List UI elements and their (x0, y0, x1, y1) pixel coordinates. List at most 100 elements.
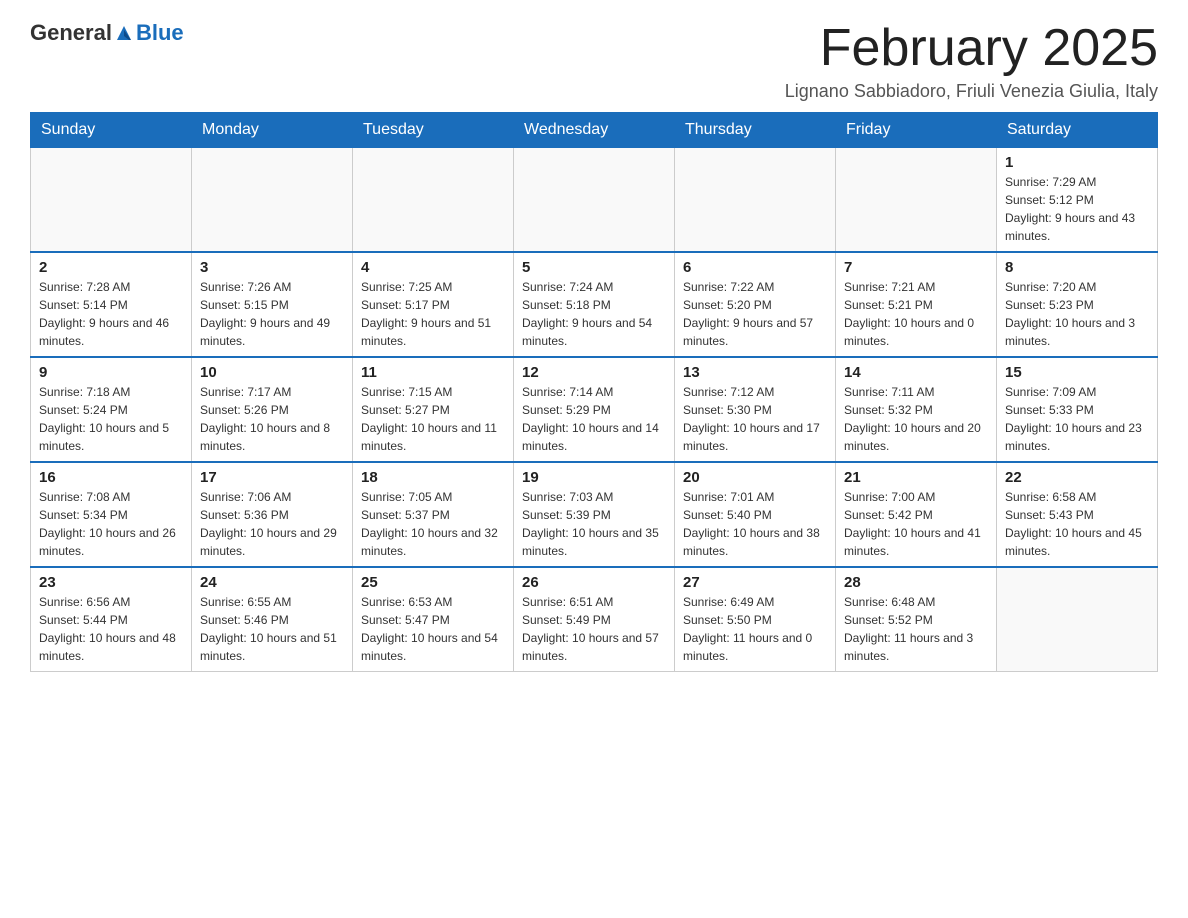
day-info: Sunrise: 7:03 AMSunset: 5:39 PMDaylight:… (522, 488, 666, 560)
header-sunday: Sunday (31, 113, 192, 148)
calendar-cell: 15Sunrise: 7:09 AMSunset: 5:33 PMDayligh… (997, 357, 1158, 462)
month-title: February 2025 (785, 20, 1158, 77)
day-info: Sunrise: 7:25 AMSunset: 5:17 PMDaylight:… (361, 278, 505, 350)
page-header: General Blue February 2025 Lignano Sabbi… (30, 20, 1158, 102)
calendar-cell: 22 Sunrise: 6:58 AMSunset: 5:43 PMDayligh… (997, 462, 1158, 567)
title-block: February 2025 Lignano Sabbiadoro, Friuli… (785, 20, 1158, 102)
calendar-cell: 3Sunrise: 7:26 AMSunset: 5:15 PMDaylight… (192, 252, 353, 357)
day-number: 6 (683, 259, 827, 276)
day-number: 7 (844, 259, 988, 276)
calendar-cell: 6 Sunrise: 7:22 AMSunset: 5:20 PMDaylight… (675, 252, 836, 357)
day-info: Sunrise: 7:18 AMSunset: 5:24 PMDaylight:… (39, 383, 183, 455)
calendar-cell: 14 Sunrise: 7:11 AMSunset: 5:32 PMDayligh… (836, 357, 997, 462)
calendar-cell: 27 Sunrise: 6:49 AMSunset: 5:50 PMDayligh… (675, 567, 836, 672)
day-info: Sunrise: 6:58 AMSunset: 5:43 PMDaylight:… (1005, 488, 1149, 560)
day-number: 9 (39, 364, 183, 381)
calendar-cell: 24 Sunrise: 6:55 AMSunset: 5:46 PMDayligh… (192, 567, 353, 672)
day-info: Sunrise: 7:05 AMSunset: 5:37 PMDaylight:… (361, 488, 505, 560)
day-info: Sunrise: 6:55 AMSunset: 5:46 PMDaylight:… (200, 593, 344, 665)
day-info: Sunrise: 7:24 AMSunset: 5:18 PMDaylight:… (522, 278, 666, 350)
header-tuesday: Tuesday (353, 113, 514, 148)
day-info: Sunrise: 7:08 AMSunset: 5:34 PMDaylight:… (39, 488, 183, 560)
calendar-cell (675, 148, 836, 253)
day-info: Sunrise: 6:49 AMSunset: 5:50 PMDaylight:… (683, 593, 827, 665)
logo-general: General (30, 20, 112, 46)
calendar-cell: 26 Sunrise: 6:51 AMSunset: 5:49 PMDayligh… (514, 567, 675, 672)
calendar-cell: 8 Sunrise: 7:20 AMSunset: 5:23 PMDaylight… (997, 252, 1158, 357)
calendar-cell (514, 148, 675, 253)
day-info: Sunrise: 7:28 AMSunset: 5:14 PMDaylight:… (39, 278, 183, 350)
day-number: 19 (522, 469, 666, 486)
calendar-cell (192, 148, 353, 253)
calendar-cell: 21 Sunrise: 7:00 AMSunset: 5:42 PMDayligh… (836, 462, 997, 567)
logo-blue: Blue (136, 20, 184, 45)
day-number: 10 (200, 364, 344, 381)
calendar-week-2: 2 Sunrise: 7:28 AMSunset: 5:14 PMDaylight… (31, 252, 1158, 357)
calendar-cell: 10 Sunrise: 7:17 AMSunset: 5:26 PMDayligh… (192, 357, 353, 462)
day-info: Sunrise: 7:17 AMSunset: 5:26 PMDaylight:… (200, 383, 344, 455)
header-wednesday: Wednesday (514, 113, 675, 148)
day-info: Sunrise: 6:53 AMSunset: 5:47 PMDaylight:… (361, 593, 505, 665)
calendar-table: Sunday Monday Tuesday Wednesday Thursday… (30, 112, 1158, 672)
day-number: 13 (683, 364, 827, 381)
day-number: 12 (522, 364, 666, 381)
day-number: 26 (522, 574, 666, 591)
location-subtitle: Lignano Sabbiadoro, Friuli Venezia Giuli… (785, 81, 1158, 102)
day-number: 5 (522, 259, 666, 276)
day-number: 11 (361, 364, 505, 381)
day-info: Sunrise: 7:11 AMSunset: 5:32 PMDaylight:… (844, 383, 988, 455)
calendar-cell: 12 Sunrise: 7:14 AMSunset: 5:29 PMDayligh… (514, 357, 675, 462)
header-row: Sunday Monday Tuesday Wednesday Thursday… (31, 113, 1158, 148)
header-saturday: Saturday (997, 113, 1158, 148)
day-number: 21 (844, 469, 988, 486)
calendar-cell: 7Sunrise: 7:21 AMSunset: 5:21 PMDaylight… (836, 252, 997, 357)
day-info: Sunrise: 7:22 AMSunset: 5:20 PMDaylight:… (683, 278, 827, 350)
calendar-cell (31, 148, 192, 253)
day-number: 16 (39, 469, 183, 486)
day-number: 18 (361, 469, 505, 486)
day-number: 4 (361, 259, 505, 276)
day-number: 23 (39, 574, 183, 591)
calendar-cell: 9 Sunrise: 7:18 AMSunset: 5:24 PMDaylight… (31, 357, 192, 462)
day-info: Sunrise: 7:00 AMSunset: 5:42 PMDaylight:… (844, 488, 988, 560)
calendar-cell: 5 Sunrise: 7:24 AMSunset: 5:18 PMDaylight… (514, 252, 675, 357)
header-thursday: Thursday (675, 113, 836, 148)
calendar-week-4: 16 Sunrise: 7:08 AMSunset: 5:34 PMDayligh… (31, 462, 1158, 567)
logo-icon (113, 22, 135, 44)
calendar-cell: 4 Sunrise: 7:25 AMSunset: 5:17 PMDaylight… (353, 252, 514, 357)
day-info: Sunrise: 6:56 AMSunset: 5:44 PMDaylight:… (39, 593, 183, 665)
calendar-cell (997, 567, 1158, 672)
day-number: 25 (361, 574, 505, 591)
day-number: 24 (200, 574, 344, 591)
calendar-cell: 23 Sunrise: 6:56 AMSunset: 5:44 PMDayligh… (31, 567, 192, 672)
day-info: Sunrise: 6:48 AMSunset: 5:52 PMDaylight:… (844, 593, 988, 665)
calendar-cell (836, 148, 997, 253)
header-friday: Friday (836, 113, 997, 148)
calendar-week-5: 23 Sunrise: 6:56 AMSunset: 5:44 PMDayligh… (31, 567, 1158, 672)
day-number: 28 (844, 574, 988, 591)
day-info: Sunrise: 7:12 AMSunset: 5:30 PMDaylight:… (683, 383, 827, 455)
calendar-cell (353, 148, 514, 253)
day-info: Sunrise: 7:06 AMSunset: 5:36 PMDaylight:… (200, 488, 344, 560)
day-number: 22 (1005, 469, 1149, 486)
day-number: 2 (39, 259, 183, 276)
day-number: 8 (1005, 259, 1149, 276)
calendar-cell: 1Sunrise: 7:29 AMSunset: 5:12 PMDaylight… (997, 148, 1158, 253)
calendar-cell: 28 Sunrise: 6:48 AMSunset: 5:52 PMDayligh… (836, 567, 997, 672)
calendar-cell: 11 Sunrise: 7:15 AMSunset: 5:27 PMDayligh… (353, 357, 514, 462)
day-info: Sunrise: 7:26 AMSunset: 5:15 PMDaylight:… (200, 278, 344, 350)
day-info: Sunrise: 7:20 AMSunset: 5:23 PMDaylight:… (1005, 278, 1149, 350)
day-info: Sunrise: 7:09 AMSunset: 5:33 PMDaylight:… (1005, 383, 1149, 455)
calendar-week-1: 1Sunrise: 7:29 AMSunset: 5:12 PMDaylight… (31, 148, 1158, 253)
calendar-cell: 18 Sunrise: 7:05 AMSunset: 5:37 PMDayligh… (353, 462, 514, 567)
day-number: 27 (683, 574, 827, 591)
day-number: 1 (1005, 154, 1149, 171)
calendar-cell: 25 Sunrise: 6:53 AMSunset: 5:47 PMDayligh… (353, 567, 514, 672)
header-monday: Monday (192, 113, 353, 148)
calendar-cell: 17Sunrise: 7:06 AMSunset: 5:36 PMDayligh… (192, 462, 353, 567)
day-info: Sunrise: 6:51 AMSunset: 5:49 PMDaylight:… (522, 593, 666, 665)
day-info: Sunrise: 7:14 AMSunset: 5:29 PMDaylight:… (522, 383, 666, 455)
day-info: Sunrise: 7:15 AMSunset: 5:27 PMDaylight:… (361, 383, 505, 455)
day-number: 14 (844, 364, 988, 381)
calendar-cell: 16 Sunrise: 7:08 AMSunset: 5:34 PMDayligh… (31, 462, 192, 567)
